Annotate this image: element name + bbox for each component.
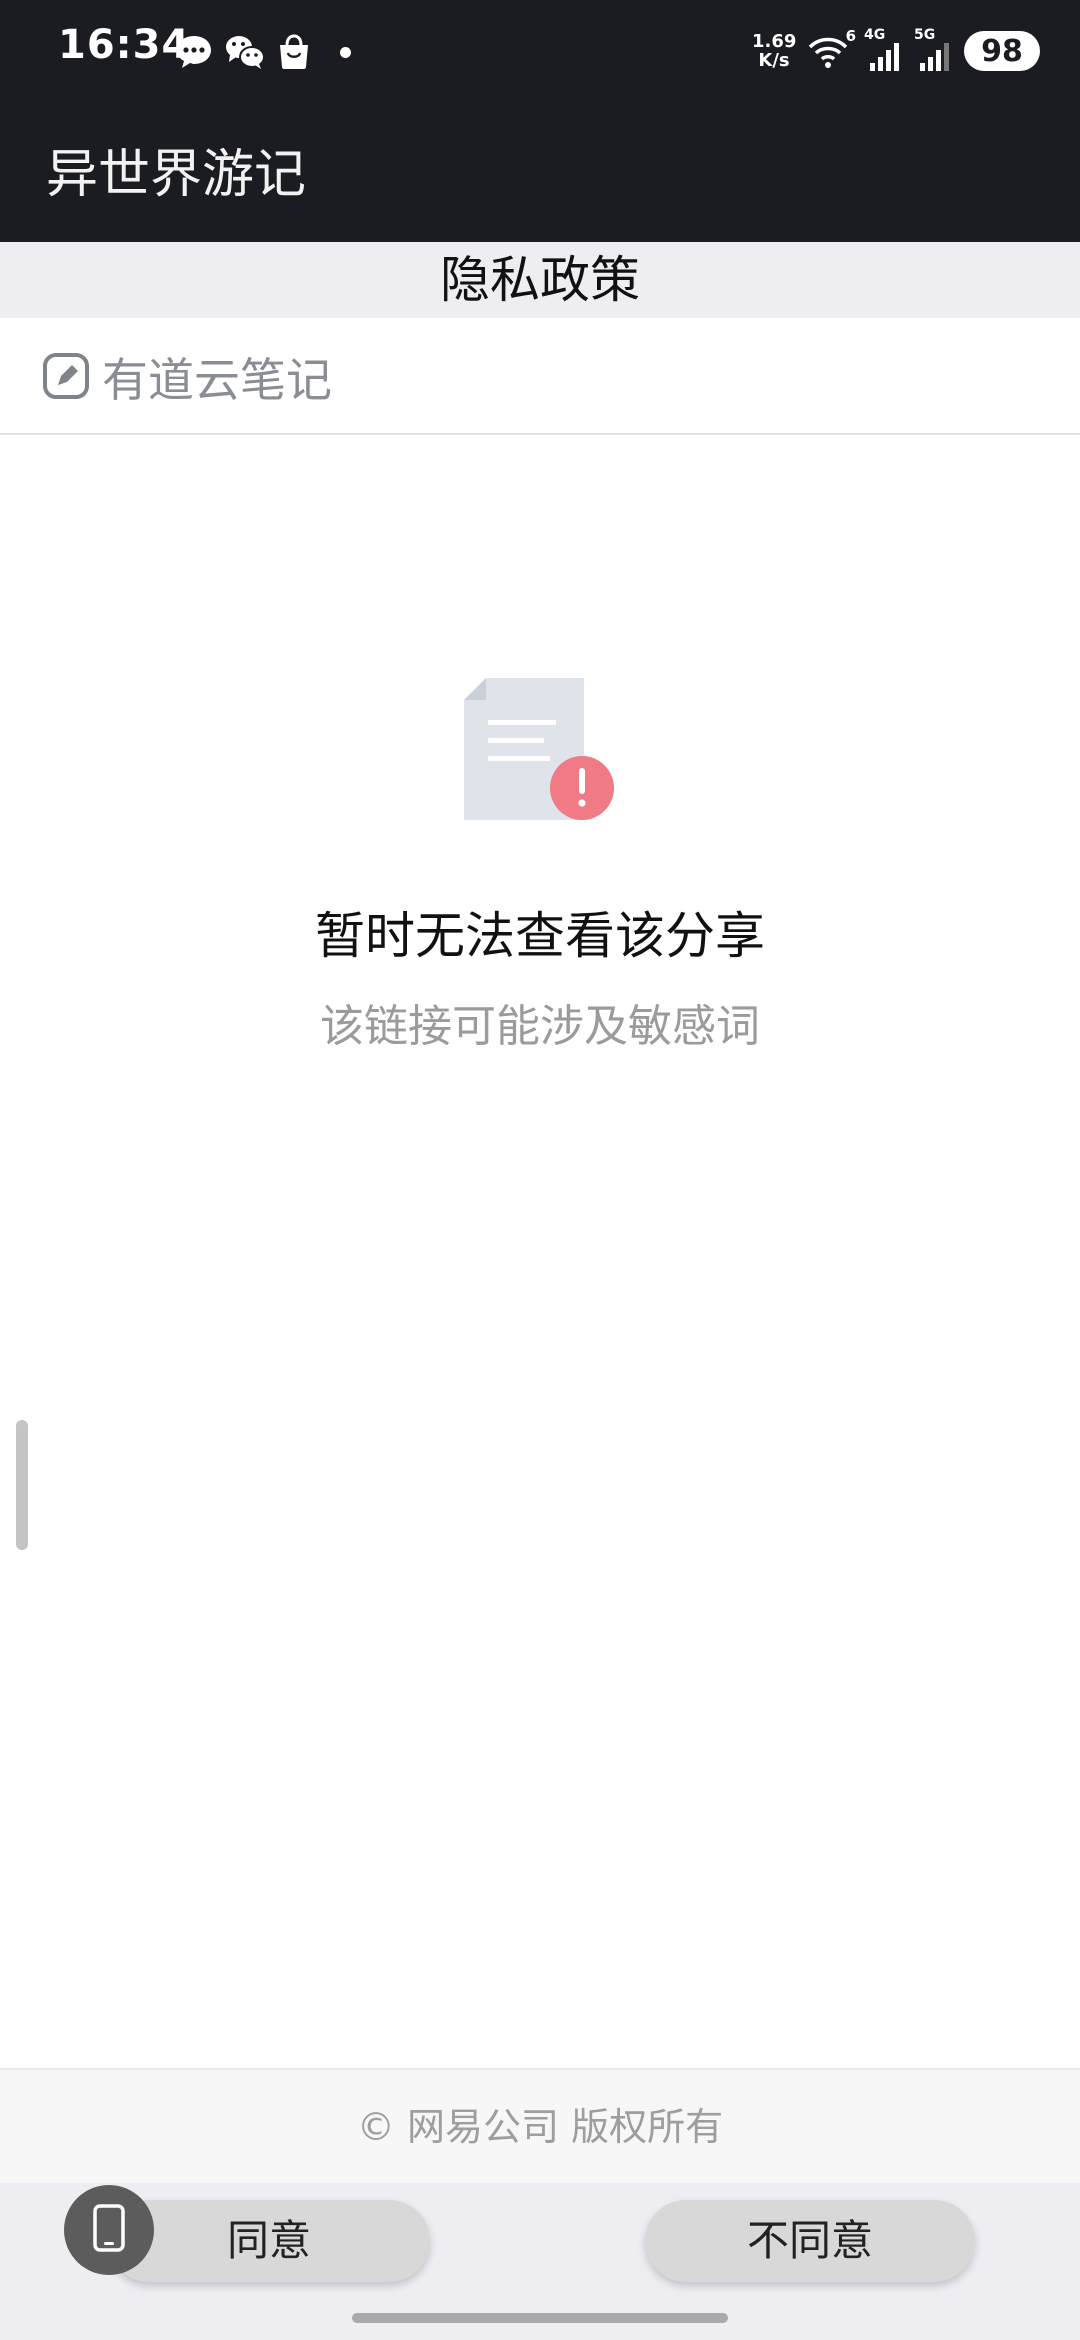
phone-icon xyxy=(92,2203,126,2257)
cellular-signal-icon-1: 4G xyxy=(864,27,904,71)
network-speed-unit: K/s xyxy=(758,50,790,71)
policy-header: 隐私政策 xyxy=(0,242,1080,318)
copyright-text: © 网易公司 版权所有 xyxy=(356,2105,724,2149)
note-source-label: 有道云笔记 xyxy=(102,353,332,407)
home-indicator[interactable] xyxy=(352,2313,728,2323)
more-notifications-dot xyxy=(340,46,351,58)
status-time: 16:34 xyxy=(58,22,191,68)
document-error-icon xyxy=(462,676,622,826)
network-speed-value: 1.69 xyxy=(752,31,797,52)
wifi-icon: 6 xyxy=(806,27,856,71)
status-bar: 16:34 1.69 K/s 6 4G 5G 98 xyxy=(0,0,1080,100)
wifi-standard-label: 6 xyxy=(845,27,856,45)
scrollbar-thumb[interactable] xyxy=(16,1420,28,1550)
status-indicators: 1.69 K/s 6 4G 5G 98 xyxy=(752,26,1040,76)
floating-phone-button[interactable] xyxy=(64,2185,154,2275)
cellular-signal-icon-2: 5G xyxy=(914,27,954,71)
battery-indicator: 98 xyxy=(964,31,1040,71)
policy-title: 隐私政策 xyxy=(440,251,640,309)
app-title: 异世界游记 xyxy=(46,145,307,205)
empty-state-title: 暂时无法查看该分享 xyxy=(315,907,765,965)
shopping-bag-icon xyxy=(276,33,312,71)
empty-state-subtitle: 该链接可能涉及敏感词 xyxy=(320,1001,760,1052)
note-header: 有道云笔记 xyxy=(0,318,1080,435)
notification-icons xyxy=(174,30,351,74)
wechat-icon xyxy=(224,33,266,71)
disagree-button[interactable]: 不同意 xyxy=(645,2200,975,2282)
message-bubble-icon xyxy=(174,33,214,71)
network-speed: 1.69 K/s xyxy=(752,32,796,70)
footer: © 网易公司 版权所有 xyxy=(0,2068,1080,2185)
youdao-note-icon xyxy=(42,352,90,400)
app-bar: 异世界游记 xyxy=(0,100,1080,242)
agree-button[interactable]: 同意 xyxy=(108,2200,430,2282)
